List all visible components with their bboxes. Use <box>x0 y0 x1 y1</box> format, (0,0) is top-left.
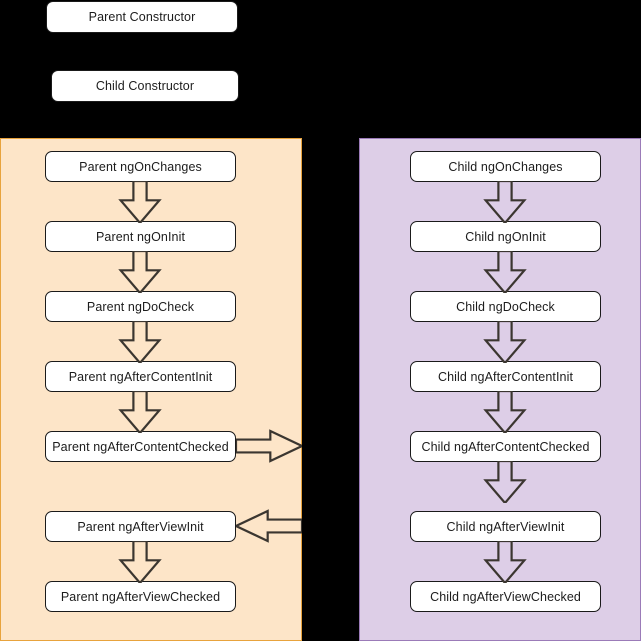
node-label: Child Constructor <box>95 79 195 93</box>
arrow-left-icon <box>236 509 302 543</box>
arrow-down-icon <box>483 461 527 503</box>
node-parent-ngoninit[interactable]: Parent ngOnInit <box>45 221 236 252</box>
node-child-ngonchanges[interactable]: Child ngOnChanges <box>410 151 601 182</box>
node-label: Parent ngAfterContentInit <box>68 369 213 384</box>
node-label: Parent ngAfterContentChecked <box>52 439 229 454</box>
diagram-canvas: Parent Constructor Child Constructor Par… <box>0 0 641 641</box>
arrow-down-icon <box>483 251 527 293</box>
node-label: Child ngAfterContentChecked <box>421 439 590 454</box>
arrow-down-icon <box>118 321 162 363</box>
node-label: Child ngAfterViewInit <box>446 519 565 534</box>
node-label: Parent ngOnChanges <box>79 159 202 174</box>
arrow-down-icon <box>483 321 527 363</box>
node-parent-ngafterviewinit[interactable]: Parent ngAfterViewInit <box>45 511 236 542</box>
node-child-constructor[interactable]: Child Constructor <box>51 70 239 102</box>
node-parent-ngafterviewchecked[interactable]: Parent ngAfterViewChecked <box>45 581 236 612</box>
node-parent-ngonchanges[interactable]: Parent ngOnChanges <box>45 151 236 182</box>
node-label: Parent ngOnInit <box>95 229 186 244</box>
arrow-down-icon <box>483 541 527 583</box>
arrow-down-icon <box>483 181 527 223</box>
arrow-down-icon <box>483 391 527 433</box>
node-label: Parent Constructor <box>88 10 196 24</box>
node-child-ngafterviewchecked[interactable]: Child ngAfterViewChecked <box>410 581 601 612</box>
node-parent-ngdocheck[interactable]: Parent ngDoCheck <box>45 291 236 322</box>
node-label: Parent ngDoCheck <box>86 299 195 314</box>
node-label: Parent ngAfterViewChecked <box>60 589 221 604</box>
node-child-ngdocheck[interactable]: Child ngDoCheck <box>410 291 601 322</box>
node-label: Child ngOnInit <box>465 229 546 244</box>
node-parent-ngaftercontentinit[interactable]: Parent ngAfterContentInit <box>45 361 236 392</box>
arrow-down-icon <box>118 541 162 583</box>
node-child-ngaftercontentinit[interactable]: Child ngAfterContentInit <box>410 361 601 392</box>
node-parent-ngaftercontentchecked[interactable]: Parent ngAfterContentChecked <box>45 431 236 462</box>
arrow-down-icon <box>118 391 162 433</box>
node-child-ngaftercontentchecked[interactable]: Child ngAfterContentChecked <box>410 431 601 462</box>
arrow-down-icon <box>118 181 162 223</box>
arrow-right-icon <box>236 429 302 463</box>
node-label: Child ngAfterViewChecked <box>430 589 581 604</box>
node-child-ngafterviewinit[interactable]: Child ngAfterViewInit <box>410 511 601 542</box>
arrow-down-icon <box>118 251 162 293</box>
node-parent-constructor[interactable]: Parent Constructor <box>46 1 238 33</box>
node-label: Child ngOnChanges <box>448 159 563 174</box>
node-child-ngoninit[interactable]: Child ngOnInit <box>410 221 601 252</box>
node-label: Child ngAfterContentInit <box>437 369 574 384</box>
node-label: Child ngDoCheck <box>456 299 555 314</box>
node-label: Parent ngAfterViewInit <box>77 519 204 534</box>
